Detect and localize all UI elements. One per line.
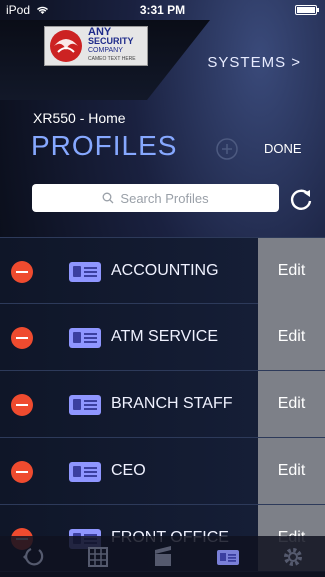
edit-button[interactable]: Edit	[258, 371, 325, 437]
arming-icon	[22, 547, 43, 565]
company-logo: ANY SECURITY COMPANY CAMEO TEXT HERE	[44, 26, 148, 66]
search-placeholder: Search Profiles	[120, 190, 209, 206]
eagle-logo-icon	[50, 30, 82, 62]
delete-profile-icon[interactable]	[11, 461, 33, 483]
status-time: 3:31 PM	[139, 3, 186, 17]
profile-name: ACCOUNTING	[111, 262, 219, 279]
profile-badge-icon	[69, 262, 101, 282]
edit-button[interactable]: Edit	[258, 238, 325, 304]
profile-list: ACCOUNTING Edit ATM SERVICE Edit BRANCH …	[0, 237, 325, 572]
profile-name: ATM SERVICE	[111, 328, 218, 345]
account-name: XR550 - Home	[33, 110, 126, 126]
tab-film[interactable]	[130, 536, 195, 577]
tab-bar	[0, 536, 325, 577]
profile-badge-icon	[69, 395, 101, 415]
done-button[interactable]: DONE	[264, 141, 302, 156]
battery-fill	[297, 7, 315, 13]
user-card-icon	[216, 549, 239, 565]
tab-arming[interactable]	[0, 536, 65, 577]
film-icon	[154, 545, 171, 566]
logo-line-4: CAMEO TEXT HERE	[88, 56, 136, 62]
app-screen: iPod 3:31 PM ANY SECURITY COMPANY CAMEO …	[0, 0, 325, 577]
add-profile-icon[interactable]	[216, 138, 238, 160]
grid-icon	[87, 546, 108, 567]
logo-text: ANY SECURITY COMPANY CAMEO TEXT HERE	[88, 27, 136, 64]
profile-row[interactable]: CEO Edit	[0, 438, 325, 505]
logo-line-2: SECURITY	[88, 36, 134, 46]
battery-icon	[295, 5, 319, 15]
profile-badge-icon	[69, 462, 101, 482]
edit-button[interactable]: Edit	[258, 438, 325, 504]
tab-profiles[interactable]	[195, 536, 260, 577]
edit-button[interactable]: Edit	[258, 304, 325, 370]
delete-profile-icon[interactable]	[11, 394, 33, 416]
page-title: PROFILES	[31, 130, 178, 161]
status-bar: iPod 3:31 PM	[0, 0, 325, 20]
delete-profile-icon[interactable]	[11, 261, 33, 283]
search-input[interactable]: Search Profiles	[32, 184, 279, 212]
refresh-icon[interactable]	[288, 186, 314, 212]
profile-name: CEO	[111, 462, 146, 479]
tab-grid[interactable]	[65, 536, 130, 577]
profile-badge-icon	[69, 328, 101, 348]
delete-profile-icon[interactable]	[11, 327, 33, 349]
profile-row[interactable]: BRANCH STAFF Edit	[0, 371, 325, 438]
systems-button[interactable]: SYSTEMS >	[207, 54, 301, 71]
profile-name: BRANCH STAFF	[111, 395, 233, 412]
gear-icon	[283, 547, 302, 566]
search-icon	[102, 192, 114, 204]
logo-line-3: COMPANY	[88, 47, 123, 54]
tab-settings[interactable]	[260, 536, 325, 577]
profile-row[interactable]: ATM SERVICE Edit	[0, 304, 325, 371]
profile-row[interactable]: ACCOUNTING Edit	[0, 237, 325, 304]
header: ANY SECURITY COMPANY CAMEO TEXT HERE SYS…	[0, 20, 325, 100]
